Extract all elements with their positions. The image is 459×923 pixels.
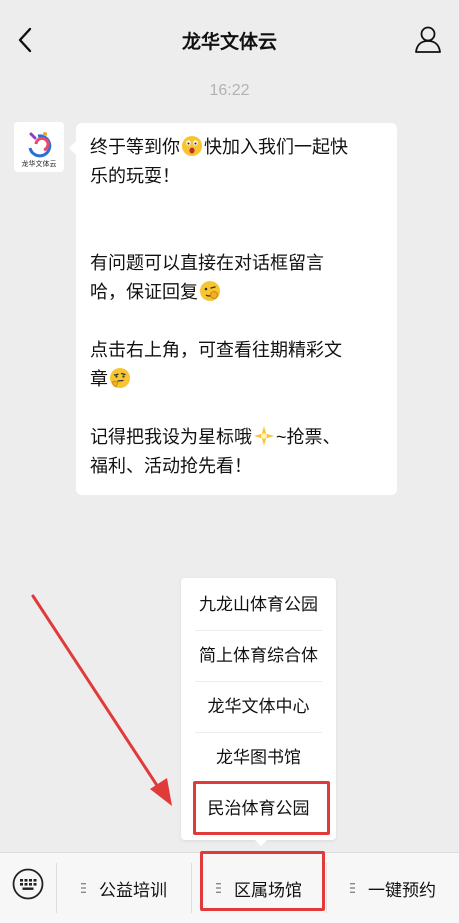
message-line: ~抢票、: [276, 427, 341, 447]
menu-lines-icon: [81, 883, 86, 893]
logo-icon: 龙华文体云: [14, 122, 64, 172]
tab-one-click-booking[interactable]: 一键预约: [327, 853, 459, 923]
message-line: 哈，保证回复: [90, 282, 198, 302]
message-line: 记得把我设为星标哦: [90, 427, 252, 447]
keyboard-icon[interactable]: [12, 868, 44, 900]
logo-text: 龙华文体云: [22, 159, 57, 168]
message-line: 福利、活动抢先看！: [90, 456, 252, 476]
menu-divider: [195, 681, 322, 682]
menu-divider: [195, 630, 322, 631]
menu-divider: [195, 783, 322, 784]
tab-label: 一键预约: [368, 880, 436, 900]
menu-lines-icon: [216, 883, 221, 893]
page-title: 龙华文体云: [181, 32, 277, 53]
message-line: 终于等到你: [90, 137, 180, 157]
message-line: 有问题可以直接在对话框留言: [90, 253, 324, 273]
tab-district-venues[interactable]: 区属场馆: [192, 853, 326, 923]
menu-item-jiulongshan[interactable]: 九龙山体育公园: [181, 585, 336, 625]
menu-item-jianshang[interactable]: 简上体育综合体: [181, 636, 336, 676]
surprised-face-icon: [182, 136, 202, 156]
ok-hand-icon: [200, 281, 220, 301]
message-line: 乐的玩耍！: [90, 166, 180, 186]
menu-item-minzhi-park[interactable]: 民治体育公园: [181, 789, 336, 829]
menu-divider: [195, 732, 322, 733]
message-line: 点击右上角，可查看往期精彩文: [90, 340, 342, 360]
message-line: 章: [90, 369, 108, 389]
message-bubble: 终于等到你 快加入我们一起快 乐的玩耍！ 有问题可以直接在对话框留言 哈，保证回复…: [69, 123, 397, 495]
bottom-menu-bar: 公益培训 区属场馆 一键预约: [0, 852, 459, 923]
tab-label: 区属场馆: [234, 880, 302, 900]
menu-item-library[interactable]: 龙华图书馆: [181, 738, 336, 778]
menu-lines-icon: [350, 883, 355, 893]
menu-pointer: [253, 838, 269, 846]
submenu-popup: 九龙山体育公园 简上体育综合体 龙华文体中心 龙华图书馆 民治体育公园: [181, 578, 336, 840]
nav-bar: 龙华文体云: [0, 0, 459, 80]
thinking-face-icon: [110, 368, 130, 388]
menu-item-longhua-center[interactable]: 龙华文体中心: [181, 687, 336, 727]
tab-public-training[interactable]: 公益培训: [57, 853, 191, 923]
sparkle-star-icon: [254, 426, 274, 446]
message-line: 快加入我们一起快: [204, 137, 348, 157]
message-timestamp: 16:22: [209, 82, 250, 99]
person-icon[interactable]: [413, 24, 443, 54]
avatar[interactable]: 龙华文体云: [14, 122, 64, 172]
tab-label: 公益培训: [99, 880, 167, 900]
